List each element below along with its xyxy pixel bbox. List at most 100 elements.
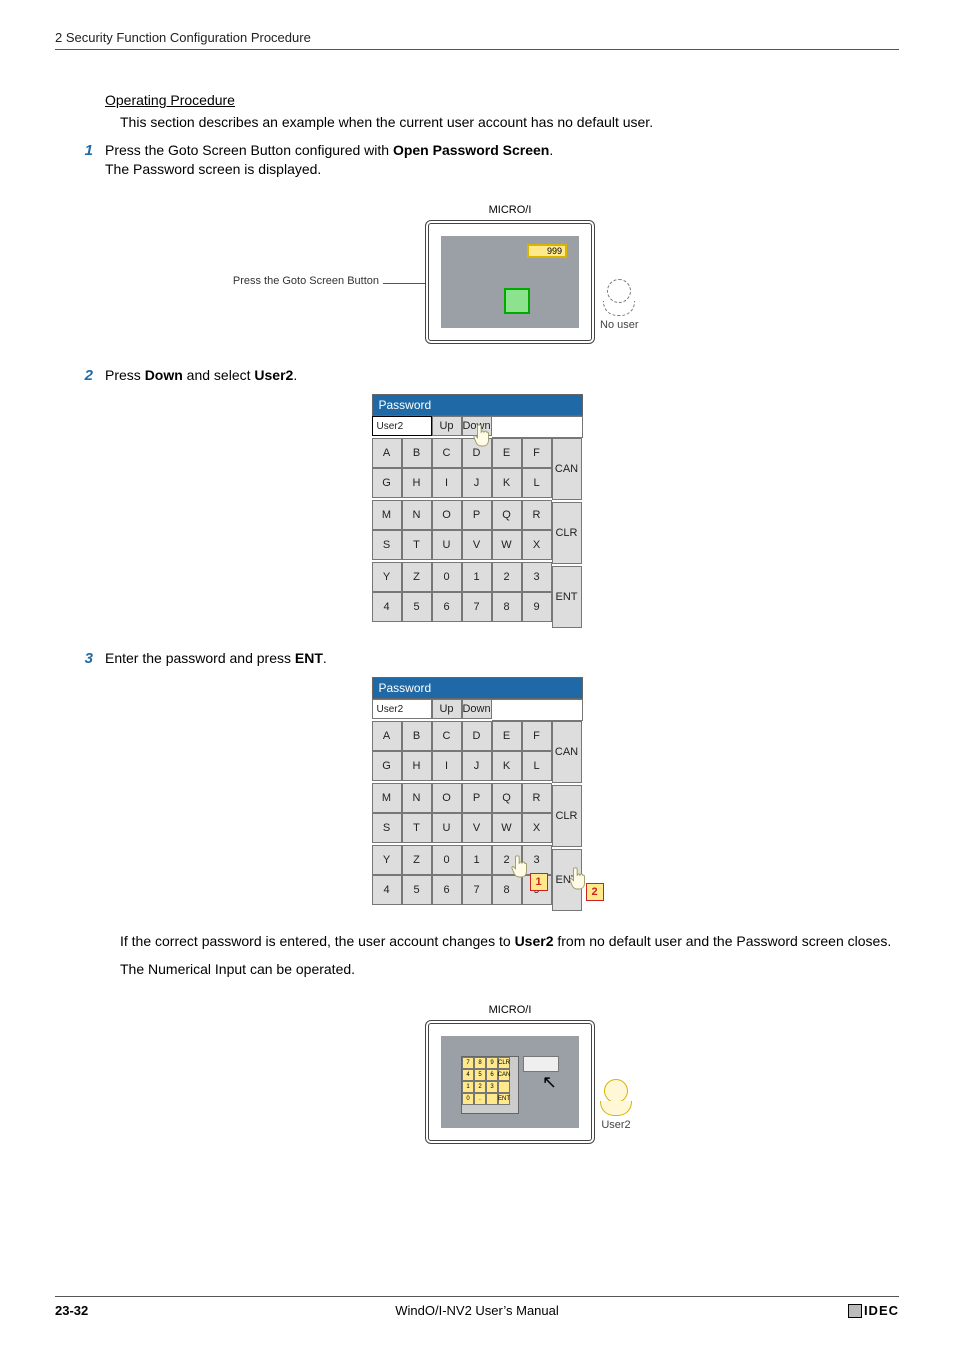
key-5[interactable]: 5 (402, 592, 432, 622)
mini-key-ENT[interactable]: ENT (498, 1093, 510, 1105)
mini-key-blank[interactable] (498, 1081, 510, 1093)
key-4[interactable]: 4 (372, 875, 402, 905)
key-W[interactable]: W (492, 813, 522, 843)
key-A[interactable]: A (372, 721, 402, 751)
key-O[interactable]: O (432, 500, 462, 530)
key-5[interactable]: 5 (402, 875, 432, 905)
key-L[interactable]: L (522, 468, 552, 498)
key-X[interactable]: X (522, 813, 552, 843)
key-H[interactable]: H (402, 751, 432, 781)
mini-keypad[interactable]: 789CLR 456CAN 1230. ENT (461, 1056, 519, 1114)
key-J[interactable]: J (462, 751, 492, 781)
up-button[interactable]: Up (432, 416, 462, 436)
key-8[interactable]: 8 (492, 875, 522, 905)
down-button[interactable]: Down (462, 699, 492, 719)
key-G[interactable]: G (372, 751, 402, 781)
key-6[interactable]: 6 (432, 875, 462, 905)
key-C[interactable]: C (432, 438, 462, 468)
key-8[interactable]: 8 (492, 592, 522, 622)
key-9[interactable]: 9 (522, 592, 552, 622)
key-L[interactable]: L (522, 751, 552, 781)
key-Y[interactable]: Y (372, 562, 402, 592)
key-P[interactable]: P (462, 783, 492, 813)
key-M[interactable]: M (372, 500, 402, 530)
key-Y[interactable]: Y (372, 845, 402, 875)
mini-key-5[interactable]: 5 (474, 1069, 486, 1081)
mini-key-.[interactable]: . (474, 1093, 486, 1105)
key-R[interactable]: R (522, 500, 552, 530)
key-V[interactable]: V (462, 530, 492, 560)
key-U[interactable]: U (432, 813, 462, 843)
goto-screen-button[interactable] (504, 288, 530, 314)
key-4[interactable]: 4 (372, 592, 402, 622)
key-J[interactable]: J (462, 468, 492, 498)
can-button[interactable]: CAN (552, 721, 582, 783)
key-D[interactable]: D (462, 721, 492, 751)
ent-button[interactable]: ENT (552, 849, 582, 911)
key-Z[interactable]: Z (402, 845, 432, 875)
key-S[interactable]: S (372, 530, 402, 560)
mini-key-blank[interactable] (486, 1093, 498, 1105)
key-F[interactable]: F (522, 721, 552, 751)
key-H[interactable]: H (402, 468, 432, 498)
key-E[interactable]: E (492, 438, 522, 468)
key-A[interactable]: A (372, 438, 402, 468)
key-N[interactable]: N (402, 500, 432, 530)
key-P[interactable]: P (462, 500, 492, 530)
key-W[interactable]: W (492, 530, 522, 560)
key-R[interactable]: R (522, 783, 552, 813)
key-1[interactable]: 1 (462, 845, 492, 875)
key-F[interactable]: F (522, 438, 552, 468)
mini-key-8[interactable]: 8 (474, 1057, 486, 1069)
key-D[interactable]: D (462, 438, 492, 468)
key-T[interactable]: T (402, 813, 432, 843)
mini-key-1[interactable]: 1 (462, 1081, 474, 1093)
mini-key-4[interactable]: 4 (462, 1069, 474, 1081)
mini-key-6[interactable]: 6 (486, 1069, 498, 1081)
key-X[interactable]: X (522, 530, 552, 560)
key-2[interactable]: 2 (492, 845, 522, 875)
can-button[interactable]: CAN (552, 438, 582, 500)
clr-button[interactable]: CLR (552, 502, 582, 564)
key-I[interactable]: I (432, 751, 462, 781)
key-K[interactable]: K (492, 751, 522, 781)
mini-key-9[interactable]: 9 (486, 1057, 498, 1069)
key-I[interactable]: I (432, 468, 462, 498)
key-7[interactable]: 7 (462, 592, 492, 622)
key-O[interactable]: O (432, 783, 462, 813)
key-0[interactable]: 0 (432, 845, 462, 875)
key-M[interactable]: M (372, 783, 402, 813)
up-button[interactable]: Up (432, 699, 462, 719)
key-E[interactable]: E (492, 721, 522, 751)
key-V[interactable]: V (462, 813, 492, 843)
mini-key-7[interactable]: 7 (462, 1057, 474, 1069)
mini-key-CLR[interactable]: CLR (498, 1057, 510, 1069)
key-G[interactable]: G (372, 468, 402, 498)
key-3[interactable]: 3 (522, 845, 552, 875)
down-button[interactable]: Down (462, 416, 492, 436)
key-U[interactable]: U (432, 530, 462, 560)
key-C[interactable]: C (432, 721, 462, 751)
key-B[interactable]: B (402, 721, 432, 751)
key-S[interactable]: S (372, 813, 402, 843)
mini-key-2[interactable]: 2 (474, 1081, 486, 1093)
key-Q[interactable]: Q (492, 783, 522, 813)
key-1[interactable]: 1 (462, 562, 492, 592)
key-0[interactable]: 0 (432, 562, 462, 592)
mini-key-3[interactable]: 3 (486, 1081, 498, 1093)
key-N[interactable]: N (402, 783, 432, 813)
key-K[interactable]: K (492, 468, 522, 498)
key-3[interactable]: 3 (522, 562, 552, 592)
key-B[interactable]: B (402, 438, 432, 468)
key-Z[interactable]: Z (402, 562, 432, 592)
key-7[interactable]: 7 (462, 875, 492, 905)
clr-button[interactable]: CLR (552, 785, 582, 847)
key-Q[interactable]: Q (492, 500, 522, 530)
mini-numerical-display[interactable] (523, 1056, 559, 1072)
ent-button[interactable]: ENT (552, 566, 582, 628)
mini-key-CAN[interactable]: CAN (498, 1069, 510, 1081)
mini-key-0[interactable]: 0 (462, 1093, 474, 1105)
key-2[interactable]: 2 (492, 562, 522, 592)
key-T[interactable]: T (402, 530, 432, 560)
key-6[interactable]: 6 (432, 592, 462, 622)
